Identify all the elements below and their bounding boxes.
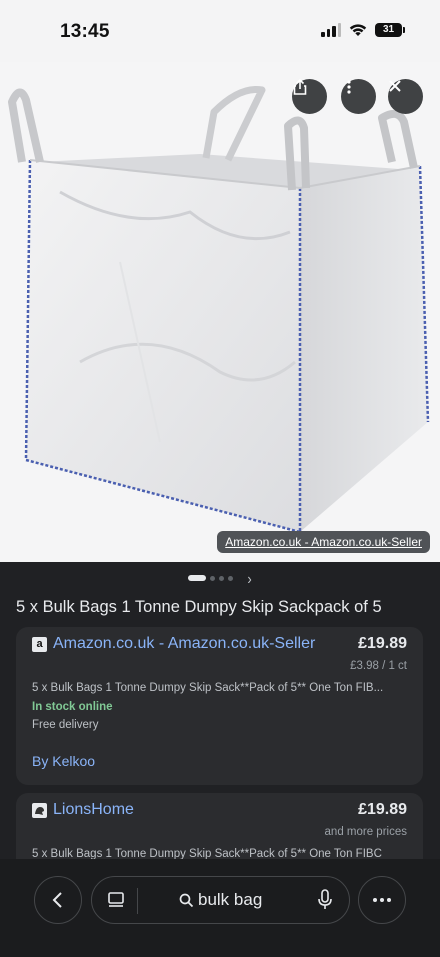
carousel-dot: [219, 575, 225, 581]
close-icon: [389, 80, 401, 92]
carousel-dot: [228, 575, 234, 581]
status-time: 13:45: [60, 21, 110, 42]
share-button[interactable]: [292, 79, 327, 114]
search-query-text[interactable]: bulk bag: [198, 890, 262, 910]
wifi-icon: [349, 24, 367, 36]
more-vert-icon: [347, 80, 351, 94]
search-icon: [179, 893, 194, 907]
offer-card[interactable]: a Amazon.co.uk - Amazon.co.uk-Seller £19…: [16, 627, 423, 785]
search-pill[interactable]: bulk bag: [91, 876, 350, 924]
bottom-search-bar: bulk bag: [0, 859, 440, 957]
offer-price: £19.89: [358, 801, 407, 818]
seller-name[interactable]: LionsHome: [53, 801, 134, 819]
lens-crop-icon[interactable]: [106, 890, 126, 910]
offer-description: 5 x Bulk Bags 1 Tonne Dumpy Skip Sack**P…: [32, 682, 384, 694]
more-options-button[interactable]: [341, 79, 376, 114]
carousel-dot-active: [188, 575, 207, 581]
seller-row[interactable]: LionsHome: [32, 801, 134, 819]
product-image[interactable]: Amazon.co.uk - Amazon.co.uk-Seller: [0, 62, 440, 562]
more-prices-label[interactable]: and more prices: [325, 826, 407, 838]
back-button[interactable]: [34, 876, 82, 924]
more-horiz-icon: [373, 898, 391, 902]
status-icons: 31: [321, 23, 405, 37]
status-bar: 13:45 31: [0, 0, 440, 62]
close-button[interactable]: [388, 79, 423, 114]
seller-name[interactable]: Amazon.co.uk - Amazon.co.uk-Seller: [53, 635, 315, 653]
cellular-signal-icon: [321, 23, 341, 37]
stock-status: In stock online: [32, 701, 113, 713]
pill-divider: [137, 888, 138, 914]
carousel-indicator[interactable]: ›: [0, 567, 440, 589]
google-lens-result-screen: 13:45 31 Amazon.co.uk - Amazon.co.uk-Sel…: [0, 0, 440, 957]
share-icon: [293, 79, 307, 95]
chevron-left-icon: [52, 892, 62, 908]
more-menu-button[interactable]: [358, 876, 406, 924]
lionshome-logo-icon: [32, 802, 47, 818]
search-query[interactable]: bulk bag: [179, 890, 262, 910]
battery-icon: 31: [375, 23, 405, 37]
by-kelkoo-link[interactable]: By Kelkoo: [32, 753, 95, 769]
unit-price: £3.98 / 1 ct: [350, 660, 407, 672]
chevron-right-icon[interactable]: ›: [247, 569, 251, 587]
mic-icon[interactable]: [317, 889, 333, 911]
delivery-info: Free delivery: [32, 719, 99, 731]
bulk-bag-illustration: [8, 85, 430, 534]
result-title[interactable]: 5 x Bulk Bags 1 Tonne Dumpy Skip Sackpac…: [16, 598, 426, 617]
amazon-logo-icon: a: [32, 636, 47, 652]
carousel-dot: [210, 575, 216, 581]
offer-price: £19.89: [358, 635, 407, 652]
seller-row[interactable]: a Amazon.co.uk - Amazon.co.uk-Seller: [32, 635, 315, 653]
image-source-link[interactable]: Amazon.co.uk - Amazon.co.uk-Seller: [217, 531, 430, 553]
